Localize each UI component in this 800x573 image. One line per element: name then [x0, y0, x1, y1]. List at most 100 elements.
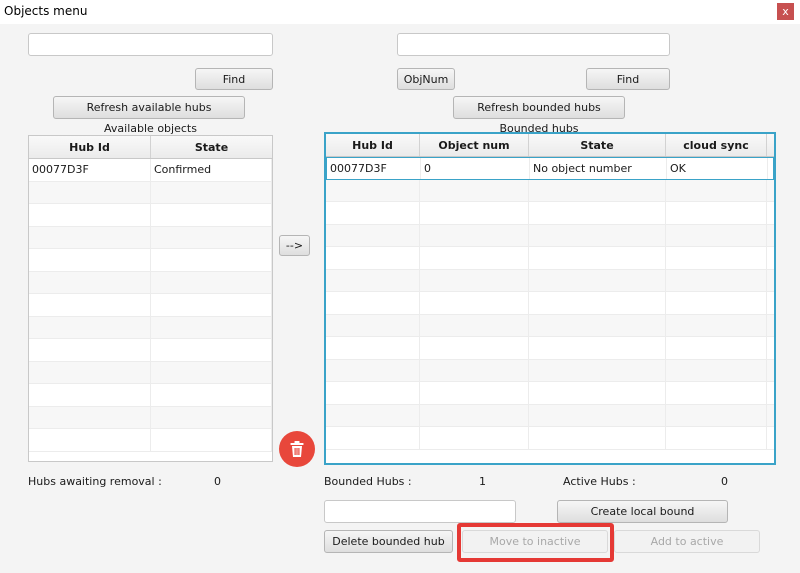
- active-hubs-count-value: 0: [721, 475, 728, 488]
- table-cell: [420, 269, 529, 291]
- table-cell: [767, 202, 774, 224]
- table-cell: [326, 404, 420, 426]
- table-cell: 0: [421, 158, 530, 179]
- table-row[interactable]: [326, 314, 774, 337]
- objnum-button[interactable]: ObjNum: [397, 68, 455, 90]
- bounded-find-button[interactable]: Find: [586, 68, 670, 90]
- table-row[interactable]: [326, 202, 774, 225]
- local-bound-input[interactable]: [324, 500, 516, 523]
- table-cell: [767, 225, 774, 247]
- table-row[interactable]: [29, 406, 272, 429]
- table-row[interactable]: [326, 382, 774, 405]
- refresh-available-hubs-button[interactable]: Refresh available hubs: [53, 96, 245, 119]
- table-cell: [529, 359, 666, 381]
- bounded-hubs-count-value: 1: [479, 475, 486, 488]
- table-cell: [29, 361, 151, 383]
- column-header-object-num[interactable]: Object num: [420, 134, 529, 156]
- table-cell: [529, 382, 666, 404]
- table-cell: [767, 180, 774, 202]
- table-cell: [29, 204, 151, 226]
- table-cell: [767, 405, 774, 427]
- table-row[interactable]: 00077D3F Confirmed: [29, 159, 272, 182]
- column-header-hub-id[interactable]: Hub Id: [29, 136, 151, 158]
- table-body: 00077D3F Confirmed: [29, 159, 272, 452]
- active-hubs-count-label: Active Hubs :: [563, 475, 636, 488]
- close-button[interactable]: x: [777, 3, 794, 20]
- available-find-button[interactable]: Find: [195, 68, 273, 90]
- available-search-input[interactable]: [28, 33, 273, 56]
- table-row[interactable]: [326, 179, 774, 202]
- table-cell: [666, 337, 767, 359]
- table-cell: [666, 269, 767, 291]
- delete-available-hub-button[interactable]: [279, 431, 315, 467]
- table-cell: [529, 224, 666, 246]
- table-cell: [767, 270, 774, 292]
- table-cell: [666, 359, 767, 381]
- table-cell: [326, 382, 420, 404]
- hubs-awaiting-removal-label: Hubs awaiting removal :: [28, 475, 162, 488]
- available-objects-table[interactable]: Hub Id State 00077D3F Confirmed: [28, 135, 273, 462]
- table-cell: [326, 337, 420, 359]
- table-cell: [29, 226, 151, 248]
- table-header: Hub Id Object num State cloud sync: [326, 134, 774, 157]
- create-local-bound-button[interactable]: Create local bound: [557, 500, 728, 523]
- table-header: Hub Id State: [29, 136, 272, 159]
- table-cell: [529, 292, 666, 314]
- table-cell: [420, 224, 529, 246]
- column-header-cloud-sync[interactable]: cloud sync: [666, 134, 767, 156]
- table-row[interactable]: [29, 204, 272, 227]
- table-row[interactable]: [326, 224, 774, 247]
- table-row[interactable]: [29, 181, 272, 204]
- table-cell: [29, 181, 151, 203]
- bounded-hubs-table[interactable]: Hub Id Object num State cloud sync 00077…: [324, 132, 776, 465]
- column-header-state[interactable]: State: [529, 134, 666, 156]
- bounded-search-input[interactable]: [397, 33, 670, 56]
- table-row[interactable]: [29, 294, 272, 317]
- table-cell: [326, 427, 420, 449]
- table-row[interactable]: [326, 247, 774, 270]
- add-to-active-button[interactable]: Add to active: [614, 530, 760, 553]
- table-row[interactable]: 00077D3F 0 No object number OK: [326, 157, 774, 180]
- table-row[interactable]: [29, 226, 272, 249]
- table-cell: [768, 158, 773, 179]
- table-row[interactable]: [29, 361, 272, 384]
- highlight-box: [457, 523, 614, 562]
- table-cell: [29, 339, 151, 361]
- table-cell: [420, 179, 529, 201]
- table-cell: [529, 404, 666, 426]
- table-row[interactable]: [29, 271, 272, 294]
- table-cell: [29, 294, 151, 316]
- table-cell: [326, 224, 420, 246]
- table-row[interactable]: [326, 292, 774, 315]
- table-cell: [151, 294, 272, 316]
- table-cell: [326, 247, 420, 269]
- table-cell: [529, 314, 666, 336]
- table-cell: [666, 382, 767, 404]
- column-header-hub-id[interactable]: Hub Id: [326, 134, 420, 156]
- delete-bounded-hub-button[interactable]: Delete bounded hub: [324, 530, 453, 553]
- table-row[interactable]: [29, 384, 272, 407]
- table-cell: [151, 316, 272, 338]
- table-row[interactable]: [326, 337, 774, 360]
- table-row[interactable]: [29, 316, 272, 339]
- table-row[interactable]: [326, 427, 774, 450]
- title-bar: [0, 0, 800, 24]
- transfer-button[interactable]: -->: [279, 235, 310, 256]
- table-cell: [420, 427, 529, 449]
- table-row[interactable]: [326, 404, 774, 427]
- table-row[interactable]: [326, 269, 774, 292]
- table-row[interactable]: [29, 249, 272, 272]
- table-cell: [529, 247, 666, 269]
- table-cell: [420, 359, 529, 381]
- table-row[interactable]: [29, 339, 272, 362]
- table-cell: [151, 384, 272, 406]
- table-row[interactable]: [326, 359, 774, 382]
- refresh-bounded-hubs-button[interactable]: Refresh bounded hubs: [453, 96, 625, 119]
- table-row[interactable]: [29, 429, 272, 452]
- column-header-state[interactable]: State: [151, 136, 272, 158]
- table-cell: [151, 429, 272, 451]
- table-cell: [767, 382, 774, 404]
- table-cell: [529, 427, 666, 449]
- table-cell: [420, 382, 529, 404]
- table-cell: [151, 361, 272, 383]
